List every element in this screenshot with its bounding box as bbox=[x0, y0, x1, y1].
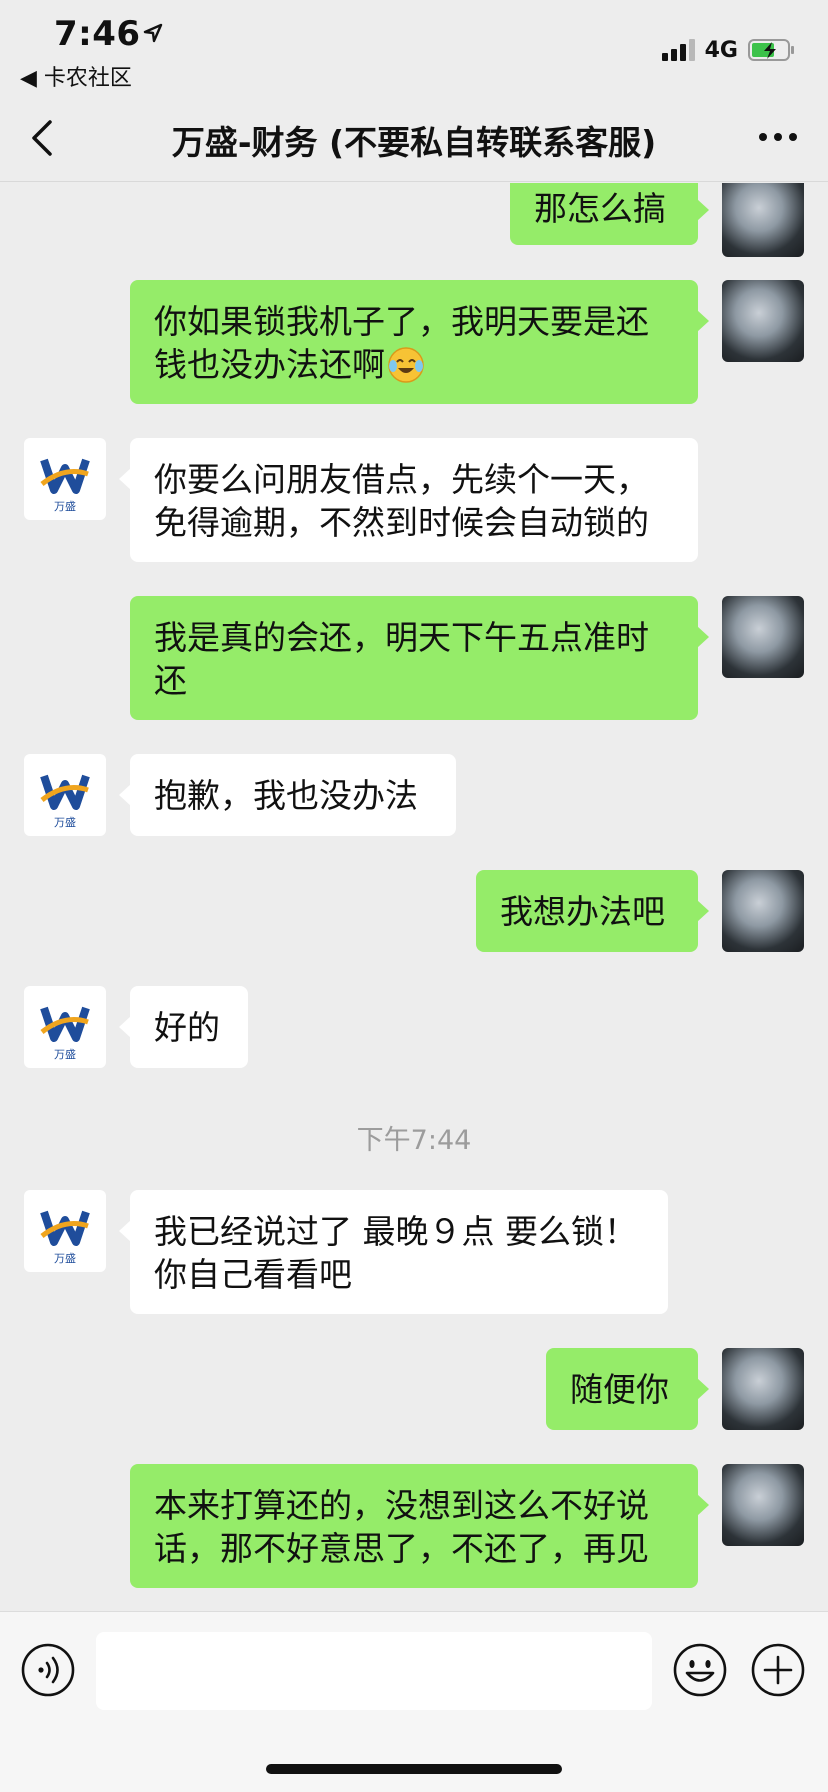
my-avatar[interactable] bbox=[722, 183, 804, 257]
emoji-icon[interactable] bbox=[672, 1642, 728, 1698]
laughing-crying-emoji-icon bbox=[388, 347, 424, 383]
message-bubble-mine[interactable]: 随便你 bbox=[546, 1348, 709, 1430]
status-time: 7:46 bbox=[54, 14, 141, 54]
svg-text:万盛: 万盛 bbox=[54, 499, 76, 513]
message-bubble-contact[interactable]: 我已经说过了 最晚９点 要么锁！你自己看看吧 bbox=[119, 1190, 668, 1314]
svg-text:万盛: 万盛 bbox=[54, 1251, 76, 1265]
contact-avatar[interactable]: 万盛 bbox=[24, 986, 106, 1068]
wansheng-logo-icon: 万盛 bbox=[40, 1006, 90, 1061]
message-bubble-mine[interactable]: 我想办法吧 bbox=[476, 870, 709, 952]
chat-title: 万盛-财务 (不要私自转联系客服) bbox=[171, 123, 657, 162]
message-bubble-contact[interactable]: 你要么问朋友借点，先续个一天，免得逾期，不然到时候会自动锁的 bbox=[119, 438, 698, 562]
wansheng-logo-icon: 万盛 bbox=[40, 774, 90, 829]
location-arrow-icon bbox=[143, 23, 163, 43]
my-avatar[interactable] bbox=[722, 596, 804, 678]
back-to-app-link[interactable]: ◀ 卡农社区 bbox=[20, 60, 132, 92]
message-list[interactable]: 那怎么搞 你如果锁我机子了，我明天要是还钱也没办法还啊 万盛 你要么问朋友借点，… bbox=[0, 183, 828, 1611]
status-bar: 7:46 ◀ 卡农社区 4G bbox=[0, 0, 828, 92]
message-bubble-contact[interactable]: 好的 bbox=[119, 986, 248, 1068]
contact-avatar[interactable]: 万盛 bbox=[24, 438, 106, 520]
voice-input-icon[interactable] bbox=[20, 1642, 76, 1698]
my-avatar[interactable] bbox=[722, 280, 804, 362]
wansheng-logo-icon: 万盛 bbox=[40, 1210, 90, 1265]
status-indicators: 4G bbox=[661, 36, 796, 64]
my-avatar[interactable] bbox=[722, 870, 804, 952]
time-divider: 下午7:44 bbox=[356, 1125, 472, 1156]
message-bubble-mine[interactable]: 我是真的会还，明天下午五点准时还 bbox=[130, 596, 709, 720]
plus-icon[interactable] bbox=[750, 1642, 806, 1698]
home-indicator[interactable] bbox=[266, 1764, 562, 1774]
contact-avatar[interactable]: 万盛 bbox=[24, 1190, 106, 1272]
wansheng-logo-icon: 万盛 bbox=[40, 458, 90, 513]
message-bubble-contact[interactable]: 抱歉，我也没办法 bbox=[119, 754, 456, 836]
my-avatar[interactable] bbox=[722, 1348, 804, 1430]
contact-avatar[interactable]: 万盛 bbox=[24, 754, 106, 836]
svg-text:万盛: 万盛 bbox=[54, 1047, 76, 1061]
cellular-signal-icon bbox=[661, 39, 695, 61]
message-bubble-mine[interactable]: 本来打算还的，没想到这么不好说话，那不好意思了，不还了，再见 bbox=[130, 1464, 709, 1588]
svg-text:万盛: 万盛 bbox=[54, 815, 76, 829]
network-type: 4G bbox=[704, 37, 738, 63]
message-bubble-mine[interactable]: 你如果锁我机子了，我明天要是还钱也没办法还啊 bbox=[130, 280, 709, 404]
message-input[interactable] bbox=[96, 1632, 652, 1710]
more-options-icon[interactable] bbox=[758, 132, 798, 142]
message-bubble-mine[interactable]: 那怎么搞 bbox=[510, 183, 709, 245]
my-avatar[interactable] bbox=[722, 1464, 804, 1546]
chat-header: 万盛-财务 (不要私自转联系客服) bbox=[0, 92, 828, 182]
battery-charging-icon bbox=[748, 39, 794, 61]
